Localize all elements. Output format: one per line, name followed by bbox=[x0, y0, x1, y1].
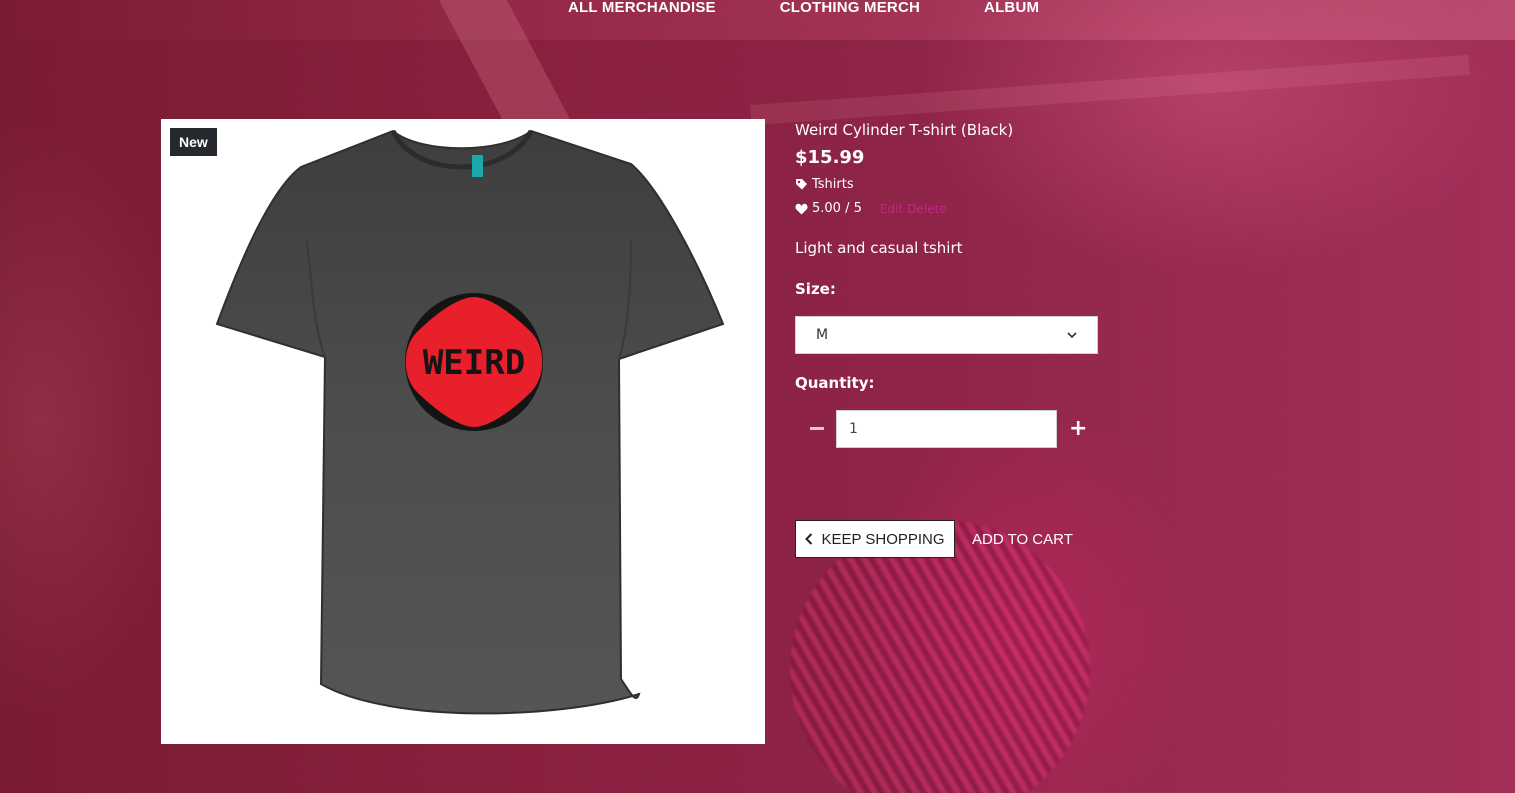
quantity-stepper: 1 + bbox=[795, 410, 1105, 448]
background-band bbox=[750, 54, 1470, 126]
size-selected-value: M bbox=[816, 327, 829, 343]
size-label: Size: bbox=[795, 280, 836, 298]
rating-value: 5.00 / 5 bbox=[812, 201, 862, 216]
background-microphone bbox=[790, 520, 1090, 793]
tshirt-illustration: WEIRD bbox=[215, 129, 725, 715]
product-title: Weird Cylinder T-shirt (Black) bbox=[795, 121, 1014, 139]
product-rating: 5.00 / 5 Edit Delete bbox=[795, 201, 947, 216]
delete-link[interactable]: Delete bbox=[907, 202, 946, 216]
tag-icon bbox=[795, 178, 808, 191]
graphic-text: WEIRD bbox=[423, 343, 525, 383]
top-nav: ALL MERCHANDISE CLOTHING MERCH ALBUM bbox=[568, 0, 1039, 20]
quantity-value: 1 bbox=[849, 421, 858, 437]
edit-link[interactable]: Edit bbox=[880, 202, 903, 216]
product-description: Light and casual tshirt bbox=[795, 239, 963, 257]
category-label[interactable]: Tshirts bbox=[812, 177, 854, 192]
product-image: WEIRD New bbox=[161, 119, 765, 744]
nav-link-all-merchandise[interactable]: ALL MERCHANDISE bbox=[568, 0, 716, 16]
plus-icon[interactable]: + bbox=[1069, 418, 1087, 440]
quantity-input[interactable]: 1 bbox=[836, 410, 1057, 448]
new-badge: New bbox=[170, 128, 217, 156]
chevron-down-icon bbox=[1067, 329, 1077, 342]
keep-shopping-label: KEEP SHOPPING bbox=[821, 530, 945, 548]
product-category: Tshirts bbox=[795, 177, 854, 192]
admin-links: Edit Delete bbox=[880, 202, 947, 216]
minus-icon[interactable] bbox=[809, 418, 825, 438]
chevron-left-icon bbox=[805, 533, 813, 545]
heart-icon bbox=[795, 203, 808, 215]
nav-link-album[interactable]: ALBUM bbox=[984, 0, 1039, 16]
nav-link-clothing-merch[interactable]: CLOTHING MERCH bbox=[780, 0, 920, 16]
add-to-cart-button[interactable]: ADD TO CART bbox=[972, 520, 1073, 558]
product-price: $15.99 bbox=[795, 147, 865, 168]
quantity-label: Quantity: bbox=[795, 374, 875, 392]
size-select[interactable]: M bbox=[795, 316, 1098, 354]
keep-shopping-button[interactable]: KEEP SHOPPING bbox=[795, 520, 955, 558]
